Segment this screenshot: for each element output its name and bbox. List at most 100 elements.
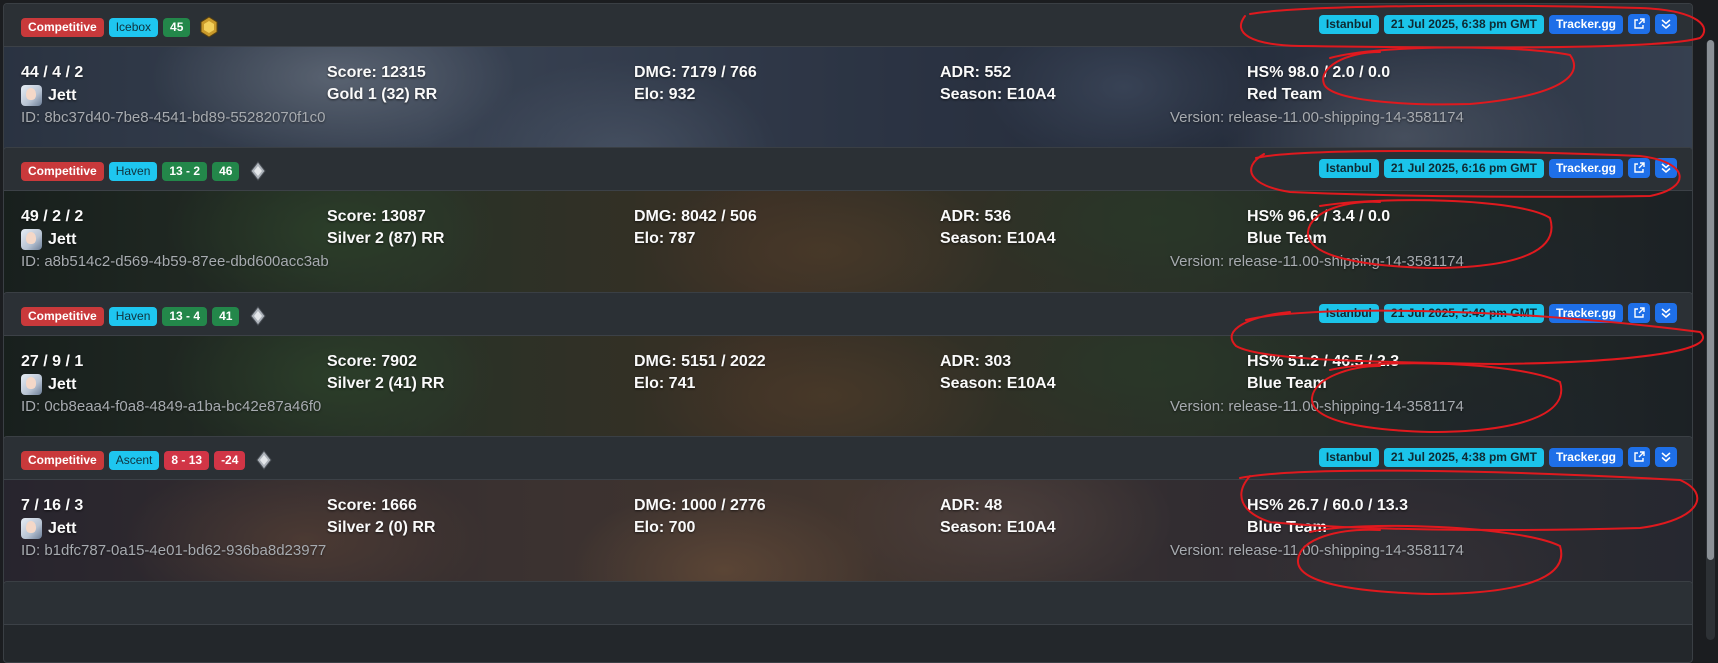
- rr-badge: 46: [212, 161, 240, 181]
- scrollbar[interactable]: [1706, 40, 1715, 640]
- match-card: Competitive Icebox 45 Istanbul 21 Jul 20…: [3, 3, 1693, 157]
- rank: Gold 1 (32) RR: [327, 86, 438, 103]
- rr-badge: 45: [163, 17, 191, 37]
- score-badge: 8 - 13: [164, 450, 210, 470]
- match-body: 27 / 9 / 1 Jett ID: 0cb8eaa4-f0a8-4849-a…: [4, 336, 1692, 445]
- match-header: Competitive Haven 13 - 2 46 Istanbul 21 …: [4, 148, 1692, 191]
- elo: Elo: 787: [634, 230, 696, 247]
- expand-chevron-icon[interactable]: [1655, 158, 1677, 178]
- season: Season: E10A4: [940, 519, 1056, 536]
- kda: 27 / 9 / 1: [21, 353, 84, 370]
- agent-name: Jett: [48, 230, 77, 248]
- agent-name: Jett: [48, 86, 77, 104]
- team: Blue Team: [1247, 519, 1327, 536]
- kda: 44 / 4 / 2: [21, 64, 84, 81]
- match-body: 7 / 16 / 3 Jett ID: b1dfc787-0a15-4e01-b…: [4, 480, 1692, 589]
- match-id: ID: 8bc37d40-7be8-4541-bd89-55282070f1c0: [21, 109, 326, 126]
- expand-chevron-icon[interactable]: [1655, 14, 1677, 34]
- score: Score: 1666: [327, 497, 417, 514]
- server-badge: Istanbul: [1318, 447, 1379, 467]
- score: Score: 7902: [327, 353, 417, 370]
- kda: 7 / 16 / 3: [21, 497, 84, 514]
- match-header: Competitive Icebox 45 Istanbul 21 Jul 20…: [4, 4, 1692, 47]
- tracker-link[interactable]: Tracker.gg: [1548, 447, 1623, 467]
- rank: Silver 2 (87) RR: [327, 230, 445, 247]
- version: Version: release-11.00-shipping-14-35811…: [1170, 542, 1464, 559]
- adr: ADR: 303: [940, 353, 1012, 370]
- mode-badge: Competitive: [21, 17, 104, 37]
- elo: Elo: 932: [634, 86, 696, 103]
- score-badge: 13 - 2: [162, 161, 208, 181]
- match-header: Competitive Haven 13 - 4 41 Istanbul 21 …: [4, 293, 1692, 336]
- match-body: 44 / 4 / 2 Jett ID: 8bc37d40-7be8-4541-b…: [4, 47, 1692, 156]
- agent: Jett: [21, 229, 76, 250]
- team: Blue Team: [1247, 375, 1327, 392]
- agent-avatar: [21, 374, 42, 395]
- match-header: Competitive Ascent 8 - 13 -24 Istanbul 2…: [4, 437, 1692, 480]
- agent-avatar: [21, 85, 42, 106]
- mode-badge: Competitive: [21, 306, 104, 326]
- rank: Silver 2 (0) RR: [327, 519, 436, 536]
- elo: Elo: 741: [634, 375, 696, 392]
- team: Red Team: [1247, 86, 1323, 103]
- scrollbar-thumb[interactable]: [1707, 40, 1714, 560]
- match-id: ID: a8b514c2-d569-4b59-87ee-dbd600acc3ab: [21, 253, 329, 270]
- server-badge: Istanbul: [1318, 303, 1379, 323]
- adr: ADR: 48: [940, 497, 1003, 514]
- map-badge: Haven: [108, 161, 158, 181]
- mode-badge: Competitive: [21, 161, 104, 181]
- tracker-link[interactable]: Tracker.gg: [1548, 158, 1623, 178]
- damage: DMG: 1000 / 2776: [634, 497, 766, 514]
- mode-badge: Competitive: [21, 450, 104, 470]
- elo: Elo: 700: [634, 519, 696, 536]
- server-badge: Istanbul: [1318, 14, 1379, 34]
- map-badge: Haven: [108, 306, 158, 326]
- score: Score: 12315: [327, 64, 426, 81]
- agent: Jett: [21, 518, 76, 539]
- match-id: ID: 0cb8eaa4-f0a8-4849-a1ba-bc42e87a46f0: [21, 398, 322, 415]
- score: Score: 13087: [327, 208, 426, 225]
- match-header: [4, 582, 1692, 625]
- team: Blue Team: [1247, 230, 1327, 247]
- match-card: Competitive Ascent 8 - 13 -24 Istanbul 2…: [3, 436, 1693, 590]
- map-badge: Icebox: [108, 17, 159, 37]
- version: Version: release-11.00-shipping-14-35811…: [1170, 109, 1464, 126]
- headshot-percent: HS% 51.2 / 46.5 / 2.3: [1247, 353, 1400, 370]
- external-link-icon[interactable]: [1628, 158, 1650, 178]
- headshot-percent: HS% 98.0 / 2.0 / 0.0: [1247, 64, 1391, 81]
- damage: DMG: 8042 / 506: [634, 208, 757, 225]
- season: Season: E10A4: [940, 86, 1056, 103]
- date-badge: 21 Jul 2025, 4:38 pm GMT: [1383, 447, 1544, 467]
- version: Version: release-11.00-shipping-14-35811…: [1170, 398, 1464, 415]
- map-badge: Ascent: [108, 450, 160, 470]
- match-body: 49 / 2 / 2 Jett ID: a8b514c2-d569-4b59-8…: [4, 191, 1692, 300]
- match-card-partial: [3, 581, 1693, 663]
- agent: Jett: [21, 85, 76, 106]
- damage: DMG: 5151 / 2022: [634, 353, 766, 370]
- tracker-link[interactable]: Tracker.gg: [1548, 14, 1623, 34]
- match-card: Competitive Haven 13 - 2 46 Istanbul 21 …: [3, 147, 1693, 301]
- agent-name: Jett: [48, 519, 77, 537]
- season: Season: E10A4: [940, 230, 1056, 247]
- external-link-icon[interactable]: [1628, 303, 1650, 323]
- adr: ADR: 552: [940, 64, 1012, 81]
- agent-avatar: [21, 229, 42, 250]
- agent: Jett: [21, 374, 76, 395]
- agent-avatar: [21, 518, 42, 539]
- agent-name: Jett: [48, 375, 77, 393]
- damage: DMG: 7179 / 766: [634, 64, 757, 81]
- date-badge: 21 Jul 2025, 6:16 pm GMT: [1383, 158, 1544, 178]
- headshot-percent: HS% 26.7 / 60.0 / 13.3: [1247, 497, 1408, 514]
- external-link-icon[interactable]: [1628, 14, 1650, 34]
- external-link-icon[interactable]: [1628, 447, 1650, 467]
- expand-chevron-icon[interactable]: [1655, 447, 1677, 467]
- match-card: Competitive Haven 13 - 4 41 Istanbul 21 …: [3, 292, 1693, 446]
- rr-badge: -24: [214, 450, 246, 470]
- score-badge: 13 - 4: [162, 306, 208, 326]
- tracker-link[interactable]: Tracker.gg: [1548, 303, 1623, 323]
- expand-chevron-icon[interactable]: [1655, 303, 1677, 323]
- rr-badge: 41: [212, 306, 240, 326]
- date-badge: 21 Jul 2025, 5:49 pm GMT: [1383, 303, 1544, 323]
- date-badge: 21 Jul 2025, 6:38 pm GMT: [1383, 14, 1544, 34]
- adr: ADR: 536: [940, 208, 1012, 225]
